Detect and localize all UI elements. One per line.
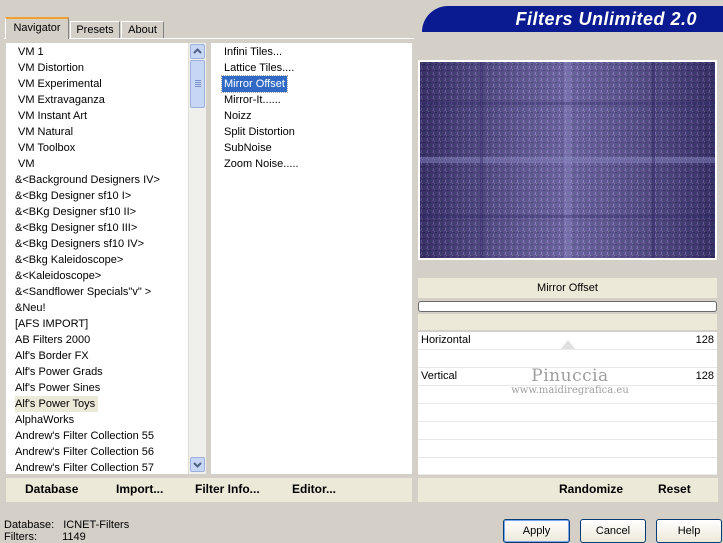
param-label: Horizontal xyxy=(421,334,471,346)
filter-item[interactable]: Zoom Noise..... xyxy=(222,156,301,172)
category-item[interactable]: &<Sandflower Specials"v" > xyxy=(15,284,154,300)
chevron-up-icon xyxy=(193,48,202,54)
category-item[interactable]: Alf's Power Sines xyxy=(15,380,103,396)
help-button[interactable]: Help xyxy=(656,519,722,543)
filter-item[interactable]: Noizz xyxy=(222,108,254,124)
navigator-toolbar: Database Import... Filter Info... Editor… xyxy=(6,478,412,502)
param-row-empty-3 xyxy=(418,404,717,422)
reset-button[interactable]: Reset xyxy=(658,482,691,496)
category-item[interactable]: Alf's Power Grads xyxy=(15,364,106,380)
param-label: Vertical xyxy=(421,370,458,382)
progress-bar xyxy=(418,301,717,312)
tab-presets[interactable]: Presets xyxy=(70,21,120,38)
editor-button[interactable]: Editor... xyxy=(292,482,336,496)
category-item[interactable]: VM Toolbox xyxy=(18,140,78,156)
database-button[interactable]: Database xyxy=(25,482,78,496)
filter-item[interactable]: Split Distortion xyxy=(222,124,297,140)
param-value: 128 xyxy=(695,370,714,382)
status-filters-value: 1149 xyxy=(62,531,86,543)
category-item[interactable]: Andrew's Filter Collection 57 xyxy=(15,460,157,476)
category-item[interactable]: &<Bkg Designers sf10 IV> xyxy=(15,236,147,252)
scroll-down-button[interactable] xyxy=(190,457,205,472)
status-filters-label: Filters: xyxy=(4,531,37,543)
param-row-empty-1 xyxy=(418,350,717,368)
filter-item[interactable]: SubNoise xyxy=(222,140,274,156)
category-item[interactable]: VM Extravaganza xyxy=(18,92,108,108)
tab-navigator[interactable]: Navigator xyxy=(5,17,69,39)
preview-image xyxy=(420,62,715,258)
category-item[interactable]: Andrew's Filter Collection 56 xyxy=(15,444,157,460)
category-item[interactable]: Alf's Power Toys xyxy=(15,396,99,412)
param-row-empty-6 xyxy=(418,458,717,475)
param-row-empty-4 xyxy=(418,422,717,440)
apply-button[interactable]: Apply xyxy=(503,519,570,543)
filter-item[interactable]: Mirror Offset xyxy=(221,75,288,93)
category-item[interactable]: AB Filters 2000 xyxy=(15,332,93,348)
category-item[interactable]: VM 1 xyxy=(18,44,47,60)
filter-item[interactable]: Mirror-It...... xyxy=(222,92,283,108)
param-row-empty-5 xyxy=(418,440,717,458)
slider-area xyxy=(418,314,717,330)
cancel-button[interactable]: Cancel xyxy=(580,519,646,543)
chevron-down-icon xyxy=(193,462,202,468)
category-item[interactable]: Andrew's Filter Collection 55 xyxy=(15,428,157,444)
filter-item[interactable]: Lattice Tiles.... xyxy=(222,60,296,76)
filter-item[interactable]: Infini Tiles... xyxy=(222,44,284,60)
param-value: 128 xyxy=(695,334,714,346)
category-item[interactable]: VM Instant Art xyxy=(18,108,90,124)
category-item[interactable]: &<Bkg Designer sf10 III> xyxy=(15,220,140,236)
scroll-up-button[interactable] xyxy=(190,44,205,59)
horizontal-slider-thumb[interactable] xyxy=(561,340,575,349)
filter-list[interactable]: Infini Tiles... Lattice Tiles.... Mirror O… xyxy=(211,43,412,474)
category-item[interactable]: AlphaWorks xyxy=(15,412,77,428)
param-row-empty-2 xyxy=(418,386,717,404)
selected-filter-label: Mirror Offset xyxy=(418,278,717,298)
app-title: Filters Unlimited 2.0 xyxy=(515,9,697,29)
preview-frame xyxy=(418,60,717,260)
status-database-label: Database: xyxy=(4,519,55,531)
param-row-vertical[interactable]: Vertical 128 xyxy=(418,368,717,386)
parameter-toolbar: Randomize Reset xyxy=(418,478,718,502)
status-database-value: ICNET-Filters xyxy=(63,519,130,531)
category-item[interactable]: &<BKg Designer sf10 II> xyxy=(15,204,139,220)
category-list[interactable]: VM 1 VM Distortion VM Experimental VM Extra… xyxy=(6,43,189,474)
tab-about[interactable]: About xyxy=(121,21,164,38)
category-item[interactable]: &<Bkg Kaleidoscope> xyxy=(15,252,126,268)
category-item[interactable]: &Neu! xyxy=(15,300,49,316)
category-scrollbar[interactable] xyxy=(188,43,206,474)
status-filters: Filters: 1149 xyxy=(4,531,86,543)
scroll-thumb[interactable] xyxy=(190,60,205,108)
category-item[interactable]: &<Background Designers IV> xyxy=(15,172,163,188)
status-database: Database: ICNET-Filters xyxy=(4,519,129,531)
import-button[interactable]: Import... xyxy=(116,482,163,496)
category-item[interactable]: &<Bkg Designer sf10 I> xyxy=(15,188,134,204)
category-item[interactable]: VM Natural xyxy=(18,124,76,140)
title-banner: Filters Unlimited 2.0 xyxy=(422,6,723,32)
category-item[interactable]: VM xyxy=(18,156,38,172)
category-item[interactable]: Alf's Border FX xyxy=(15,348,92,364)
randomize-button[interactable]: Randomize xyxy=(559,482,623,496)
category-item[interactable]: &<Kaleidoscope> xyxy=(15,268,104,284)
category-item[interactable]: VM Experimental xyxy=(18,76,105,92)
filter-info-button[interactable]: Filter Info... xyxy=(195,482,260,496)
category-item[interactable]: VM Distortion xyxy=(18,60,87,76)
category-item[interactable]: [AFS IMPORT] xyxy=(15,316,91,332)
